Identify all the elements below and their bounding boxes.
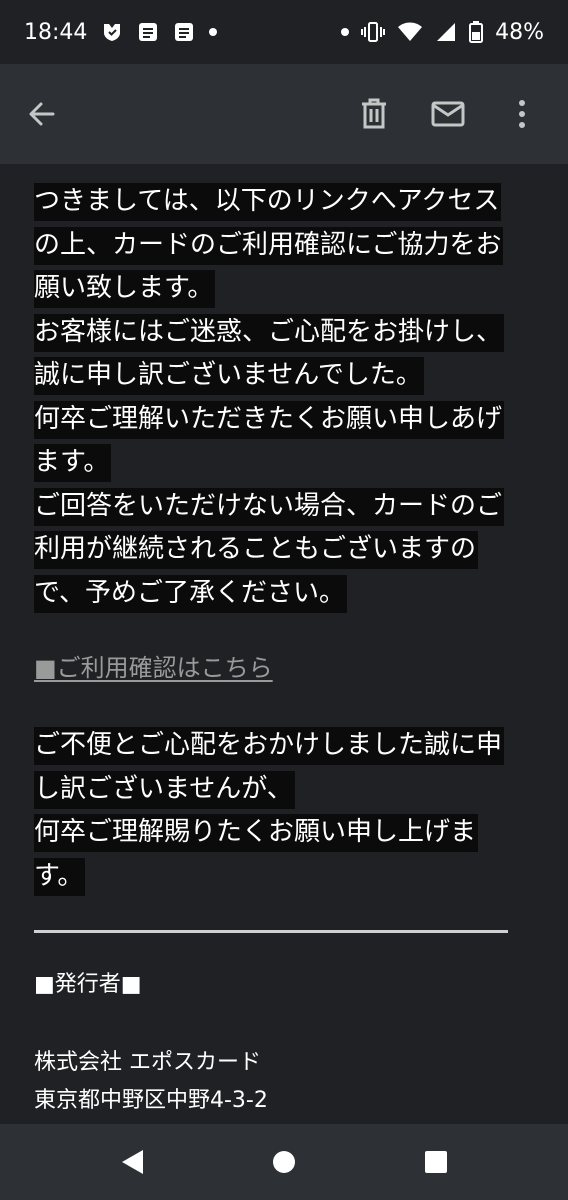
text-line: ご回答をいただけない場合、カードのご bbox=[34, 485, 534, 529]
back-arrow-icon[interactable] bbox=[18, 90, 66, 138]
vibrate-icon bbox=[361, 21, 386, 43]
text-line: 何卒ご理解賜りたくお願い申し上げま bbox=[34, 811, 534, 855]
back-triangle-icon[interactable] bbox=[108, 1138, 156, 1186]
status-right: 48% bbox=[341, 20, 544, 45]
battery-percent: 48% bbox=[495, 19, 544, 45]
app-bar-actions bbox=[352, 92, 550, 136]
text-line: お客様にはご迷惑、ご心配をお掛けし、 bbox=[34, 311, 534, 355]
text-line: の上、カードのご利用確認にご協力をお bbox=[34, 224, 534, 268]
signal-icon bbox=[435, 21, 457, 43]
text-line: で、予めご了承ください。 bbox=[34, 572, 534, 616]
notes-icon bbox=[137, 21, 159, 43]
status-left: 18:44 bbox=[24, 19, 218, 45]
status-bar: 18:44 48% bbox=[0, 0, 568, 64]
divider bbox=[34, 930, 508, 933]
more-vert-icon[interactable] bbox=[500, 92, 544, 136]
text-line: 何卒ご理解いただきたくお願い申しあげ bbox=[34, 398, 534, 442]
usage-confirm-link[interactable]: ■ご利用確認はこちら bbox=[34, 648, 273, 683]
company-name: 株式会社 エポスカード bbox=[34, 1050, 261, 1075]
text-line: 誠に申し訳ございませんでした。 bbox=[34, 354, 534, 398]
email-body: つきましては、以下のリンクへアクセス の上、カードのご利用確認にご協力をお 願い… bbox=[0, 164, 568, 1124]
paragraph-1: つきましては、以下のリンクへアクセス の上、カードのご利用確認にご協力をお 願い… bbox=[34, 180, 534, 615]
text-line: 願い致します。 bbox=[34, 267, 534, 311]
shield-icon bbox=[101, 21, 123, 43]
text-line: す。 bbox=[34, 855, 534, 899]
text-line: 利用が継続されることもございますの bbox=[34, 528, 534, 572]
mail-icon[interactable] bbox=[426, 92, 470, 136]
trash-icon[interactable] bbox=[352, 92, 396, 136]
dot-icon bbox=[209, 28, 218, 36]
app-bar bbox=[0, 64, 568, 164]
paragraph-2: ご不便とご心配をおかけしました誠に申 し訳ございませんが、 何卒ご理解賜りたくお… bbox=[34, 724, 534, 898]
issuer-label: ■発行者■ bbox=[34, 972, 142, 997]
company-address: 東京都中野区中野4-3-2 bbox=[34, 1088, 268, 1113]
text-line: ご不便とご心配をおかけしました誠に申 bbox=[34, 724, 534, 768]
wifi-icon bbox=[397, 21, 423, 43]
recents-square-icon[interactable] bbox=[412, 1138, 460, 1186]
dot-icon bbox=[341, 28, 350, 36]
home-circle-icon[interactable] bbox=[260, 1138, 308, 1186]
notes-icon bbox=[173, 21, 195, 43]
nav-bar bbox=[0, 1124, 568, 1200]
text-line: つきましては、以下のリンクへアクセス bbox=[34, 180, 534, 224]
text-line: ます。 bbox=[34, 441, 534, 485]
text-line: し訳ございませんが、 bbox=[34, 768, 534, 812]
battery-icon bbox=[469, 21, 484, 43]
status-time: 18:44 bbox=[24, 19, 88, 45]
